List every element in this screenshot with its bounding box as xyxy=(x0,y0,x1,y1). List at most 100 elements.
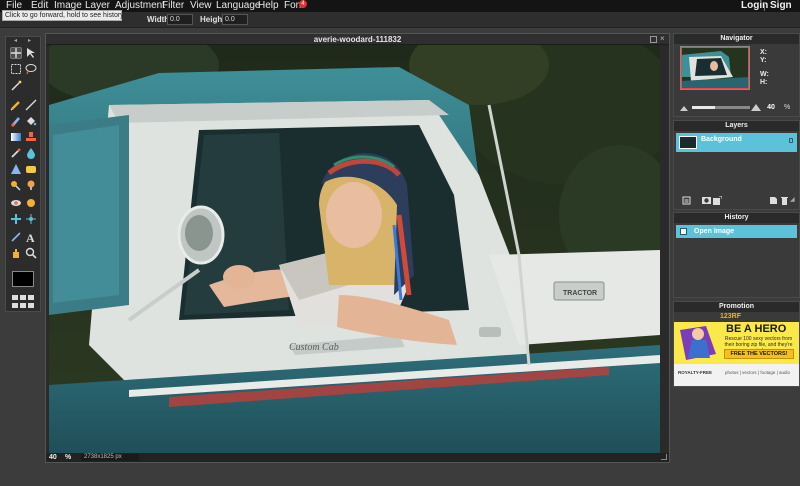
sparkle-icon xyxy=(26,214,36,224)
drop-icon xyxy=(27,148,35,159)
menu-language[interactable]: Language xyxy=(216,0,261,12)
grid-toggle-icon[interactable] xyxy=(12,303,18,308)
trash-icon[interactable] xyxy=(780,196,789,205)
image-canvas[interactable]: TRACTOR Custom Cab xyxy=(49,45,660,453)
layers-title: Layers xyxy=(674,121,799,131)
pinch-tool[interactable] xyxy=(10,213,22,225)
smudge-icon xyxy=(11,181,21,191)
promotion-ad[interactable]: 123RF BE A HERO Rescue 100 sexy vectors … xyxy=(674,312,799,386)
promo-logo-strip: 123RF xyxy=(674,312,799,322)
toolbox-collapse-icon[interactable]: ◂ xyxy=(14,37,17,45)
navigator-zoom-input[interactable]: 40 xyxy=(763,103,779,112)
gradient-icon xyxy=(11,133,21,141)
toolbox-header: ◂ ▸ xyxy=(6,37,40,45)
history-title: History xyxy=(674,213,799,223)
promo-categories: photos | vectors | footage | audio xyxy=(725,370,791,375)
document-title: averie-woodard-111832 xyxy=(313,35,402,44)
finger-icon xyxy=(27,199,35,207)
grid-toggle-icon[interactable] xyxy=(28,303,34,308)
layers-panel: Layers Background ◢ xyxy=(673,120,800,210)
pinch-icon xyxy=(11,214,21,224)
zoom-tool[interactable] xyxy=(25,247,37,259)
layer-styles-icon[interactable] xyxy=(713,195,723,205)
draw-tool[interactable] xyxy=(10,231,22,243)
bloat-tool[interactable] xyxy=(25,197,37,209)
stamp-tool[interactable] xyxy=(25,131,37,143)
toolbox: ◂ ▸ A xyxy=(5,36,41,312)
zoom-unit: % xyxy=(65,454,72,461)
layer-properties-icon[interactable] xyxy=(682,196,691,205)
promo-royalty-free: ROYALTY-FREE xyxy=(678,370,713,375)
lock-icon xyxy=(789,138,793,143)
dodge-tool[interactable] xyxy=(25,179,37,191)
brush-tool[interactable] xyxy=(10,115,22,127)
document-window: averie-woodard-111832 × TRACTOR Custom C… xyxy=(45,33,670,463)
sparkle-tool[interactable] xyxy=(25,213,37,225)
marquee-tool[interactable] xyxy=(10,63,22,75)
font-badge: 4 xyxy=(299,0,307,8)
sharpen-tool[interactable] xyxy=(10,163,22,175)
svg-text:A: A xyxy=(26,231,35,243)
nav-w-label: W: xyxy=(760,71,769,78)
hand-tool[interactable] xyxy=(10,247,22,259)
layer-name: Background xyxy=(701,136,742,143)
document-titlebar[interactable]: averie-woodard-111832 × xyxy=(46,34,669,45)
drop-tool[interactable] xyxy=(25,147,37,159)
restore-window-icon[interactable] xyxy=(650,36,657,43)
grid-toggle-icon[interactable] xyxy=(20,295,26,300)
navigator-zoom-unit: % xyxy=(784,104,791,111)
grid-toggle-icon[interactable] xyxy=(12,295,18,300)
zoom-value[interactable]: 40 xyxy=(49,453,57,462)
mountain-large-icon xyxy=(751,104,761,111)
navigator-title: Navigator xyxy=(674,34,799,44)
navigator-viewport-frame[interactable] xyxy=(681,47,749,89)
nav-x-label: X: xyxy=(760,49,767,56)
menu-help[interactable]: Help xyxy=(258,0,279,12)
menu-filter[interactable]: Filter xyxy=(162,0,184,12)
grid-toggle-icon[interactable] xyxy=(20,303,26,308)
history-item[interactable]: Open Image xyxy=(676,225,797,238)
fill-tool[interactable] xyxy=(25,115,37,127)
select-tool[interactable] xyxy=(25,47,37,59)
height-input[interactable]: 0.0 xyxy=(222,14,248,25)
pencil-tool[interactable] xyxy=(10,99,22,111)
bucket-icon xyxy=(27,117,37,126)
color-picker-tool[interactable] xyxy=(10,147,22,159)
promo-cta-button[interactable]: FREE THE VECTORS! xyxy=(724,349,794,359)
panel-resize-icon[interactable]: ◢ xyxy=(790,196,799,205)
layer-thumbnail xyxy=(679,136,697,149)
history-tooltip: Click to go forward, hold to see history xyxy=(2,10,124,21)
wand-tool[interactable] xyxy=(10,79,22,91)
navigator-thumbnail[interactable] xyxy=(680,46,750,90)
text-tool[interactable]: A xyxy=(25,231,37,245)
marquee-icon xyxy=(11,64,21,74)
auth-divider xyxy=(764,2,765,11)
layer-row[interactable]: Background xyxy=(676,133,797,152)
redeye-tool[interactable] xyxy=(10,197,22,209)
grid-toggle-icon[interactable] xyxy=(28,295,34,300)
pointer-icon xyxy=(27,48,35,58)
mountain-small-icon xyxy=(680,106,688,111)
sponge-tool[interactable] xyxy=(25,163,37,175)
hero-illustration-icon xyxy=(680,326,716,360)
move-tool[interactable] xyxy=(10,47,22,59)
sponge-icon xyxy=(26,166,36,173)
gradient-tool[interactable] xyxy=(10,131,22,143)
dodge-icon xyxy=(27,180,35,190)
width-input[interactable]: 0.0 xyxy=(167,14,193,25)
nav-y-label: Y: xyxy=(760,57,767,64)
resize-handle-icon[interactable] xyxy=(661,454,667,460)
smudge-tool[interactable] xyxy=(10,179,22,191)
close-window-icon[interactable]: × xyxy=(660,35,667,43)
lasso-tool[interactable] xyxy=(25,63,37,75)
new-layer-icon[interactable] xyxy=(769,196,778,205)
foreground-color-swatch[interactable] xyxy=(12,271,34,287)
line-tool[interactable] xyxy=(25,99,37,111)
menu-view[interactable]: View xyxy=(190,0,212,12)
eye-icon xyxy=(11,200,21,206)
toolbox-expand-icon[interactable]: ▸ xyxy=(28,37,31,45)
document-status-bar: 40 % 2738x1825 px xyxy=(46,453,669,462)
signup-link[interactable]: Sign up xyxy=(770,0,800,23)
layer-mask-icon[interactable] xyxy=(702,196,711,205)
navigator-zoom-slider[interactable] xyxy=(692,106,750,109)
